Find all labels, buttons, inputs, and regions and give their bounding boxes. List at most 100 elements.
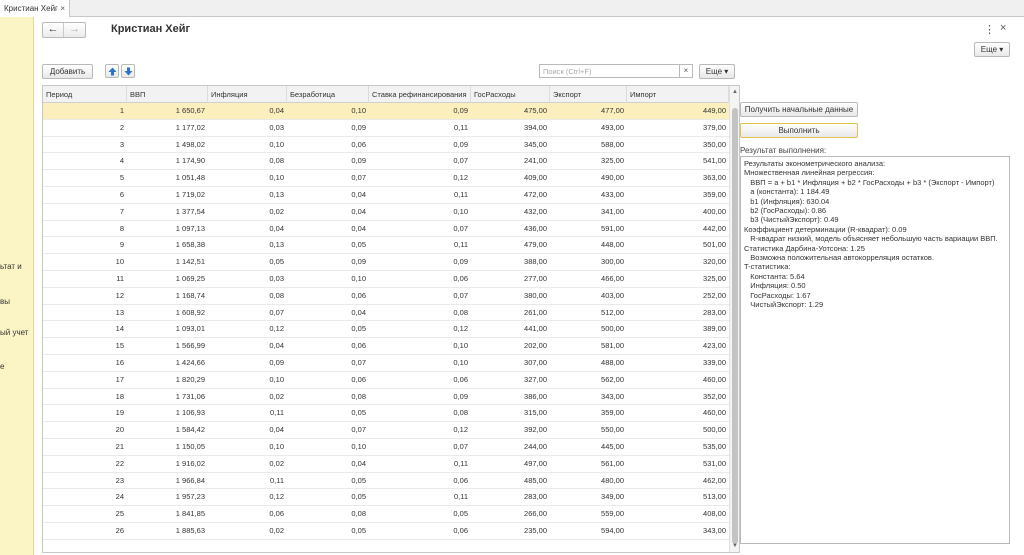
table-cell-inflation: 0,02 [269,391,284,401]
add-button[interactable]: Добавить [42,64,93,79]
column-header-period[interactable]: Период [43,86,127,103]
table-cell-unemployment: 0,04 [351,223,366,233]
table-row[interactable]: 1 1 650,67 0,04 0,10 0,09 475,00 477,00 449,00 [43,103,729,120]
table-row[interactable]: 17 1 820,29 0,10 0,06 0,06 327,00 562,00 460,00 [43,372,729,389]
table-row[interactable]: 19 1 106,93 0,11 0,05 0,08 315,00 359,00 460,00 [43,405,729,423]
table-cell-unemployment: 0,09 [351,257,366,267]
table-cell-export: 325,00 [601,156,624,166]
more-menu-button[interactable]: Еще ▾ [699,64,735,79]
sidebar-item[interactable]: е [0,362,4,371]
back-arrow-icon[interactable]: ← [43,23,64,37]
table-cell-gdp: 1 966,84 [175,475,205,485]
table-cell-import: 339,00 [703,357,726,367]
scroll-thumb[interactable] [732,108,738,544]
table-cell-unemployment: 0,08 [351,509,366,519]
sidebar-item[interactable]: ый учет [0,328,28,337]
search-input[interactable] [539,64,693,78]
table-cell-inflation: 0,11 [269,408,284,418]
table-cell-refinancing-rate: 0,10 [453,357,468,367]
table-row[interactable]: 26 1 885,63 0,02 0,05 0,06 235,00 594,00 343,00 [43,523,729,540]
table-row[interactable]: 20 1 584,42 0,04 0,07 0,12 392,00 550,00 500,00 [43,422,729,439]
table-row[interactable]: 2 1 177,02 0,03 0,09 0,11 394,00 493,00 379,00 [43,120,729,137]
table-cell-refinancing-rate: 0,08 [453,307,468,317]
sidebar-item[interactable]: вы [0,297,10,306]
table-row[interactable]: 7 1 377,54 0,02 0,04 0,10 432,00 341,00 400,00 [43,204,729,221]
move-down-button[interactable] [121,64,135,78]
table-row[interactable]: 6 1 719,02 0,13 0,04 0,11 472,00 433,00 359,00 [43,187,729,204]
table-scrollbar[interactable]: ▲ ▼ [729,86,739,552]
column-header-unemployment[interactable]: Безработица [287,86,369,103]
table-cell-gov-spending: 388,00 [524,257,547,267]
table-cell-refinancing-rate: 0,06 [453,273,468,283]
column-header-import[interactable]: Импорт [627,86,729,103]
table-cell-gdp: 1 097,13 [175,223,205,233]
table-cell-export: 488,00 [601,357,624,367]
table-cell-period: 26 [115,525,124,535]
get-initial-data-button[interactable]: Получить начальные данные [740,102,858,117]
table-cell-import: 343,00 [703,525,726,535]
table-cell-unemployment: 0,05 [351,324,366,334]
table-cell-gdp: 1 608,92 [175,307,205,317]
table-row[interactable]: 4 1 174,90 0,08 0,09 0,07 241,00 325,00 541,00 [43,153,729,171]
table-cell-gov-spending: 307,00 [524,357,547,367]
table-cell-import: 535,00 [703,441,726,451]
tab-strip: Кристиан Хейг × [0,0,1024,17]
table-cell-inflation: 0,13 [269,240,284,250]
table-cell-gov-spending: 386,00 [524,391,547,401]
table-row[interactable]: 15 1 566,99 0,04 0,06 0,10 202,00 581,00 423,00 [43,338,729,355]
column-header-refinancing-rate[interactable]: Ставка рефинансирования [369,86,471,103]
more-menu-button-top[interactable]: Еще ▾ [974,42,1010,57]
table-row[interactable]: 18 1 731,06 0,02 0,08 0,09 386,00 343,00 352,00 [43,389,729,406]
table-cell-import: 252,00 [703,290,726,300]
table-row[interactable]: 3 1 498,02 0,10 0,06 0,09 345,00 588,00 350,00 [43,137,729,154]
table-row[interactable]: 5 1 051,48 0,10 0,07 0,12 409,00 490,00 363,00 [43,170,729,187]
scroll-up-icon[interactable]: ▲ [731,88,739,96]
sidebar-item[interactable]: ьтат и [0,262,22,271]
sidebar: ьтат и вы ый учет е [0,17,34,555]
search-clear-icon[interactable]: × [679,64,693,78]
table-cell-gov-spending: 479,00 [524,240,547,250]
table-cell-period: 8 [119,223,124,233]
scroll-down-icon[interactable]: ▼ [731,542,739,550]
table-cell-gdp: 1 885,63 [175,525,205,535]
table-row[interactable]: 14 1 093,01 0,12 0,05 0,12 441,00 500,00 389,00 [43,321,729,339]
document-tab[interactable]: Кристиан Хейг × [0,0,70,17]
navigation-buttons: ← → [42,22,86,38]
table-row[interactable]: 25 1 841,85 0,06 0,08 0,05 266,00 559,00 408,00 [43,506,729,523]
tab-close-icon[interactable]: × [60,0,65,17]
table-row[interactable]: 13 1 608,92 0,07 0,04 0,08 261,00 512,00 283,00 [43,305,729,322]
column-header-gdp[interactable]: ВВП [127,86,208,103]
table-cell-unemployment: 0,07 [351,357,366,367]
table-cell-import: 352,00 [703,391,726,401]
table-cell-export: 500,00 [601,324,624,334]
table-row[interactable]: 11 1 069,25 0,03 0,10 0,06 277,00 466,00 325,00 [43,271,729,288]
result-label: Результат выполнения: [740,146,827,155]
table-row[interactable]: 10 1 142,51 0,05 0,09 0,09 388,00 300,00 320,00 [43,254,729,271]
table-cell-import: 389,00 [703,324,726,334]
table-cell-import: 320,00 [703,257,726,267]
forward-arrow-icon[interactable]: → [64,23,85,37]
table-row[interactable]: 23 1 966,84 0,11 0,05 0,06 485,00 480,00 462,00 [43,473,729,490]
column-header-inflation[interactable]: Инфляция [208,86,287,103]
column-header-export[interactable]: Экспорт [550,86,627,103]
close-icon[interactable]: × [1000,22,1006,34]
table-row[interactable]: 8 1 097,13 0,04 0,04 0,07 436,00 591,00 442,00 [43,221,729,238]
move-up-button[interactable] [105,64,119,78]
table-row[interactable]: 16 1 424,66 0,09 0,07 0,10 307,00 488,00 339,00 [43,355,729,372]
table-row[interactable]: 12 1 168,74 0,08 0,06 0,07 380,00 403,00 252,00 [43,288,729,305]
table-row[interactable]: 24 1 957,23 0,12 0,05 0,11 283,00 349,00 513,00 [43,489,729,507]
table-row[interactable]: 22 1 916,02 0,02 0,04 0,11 497,00 561,00 531,00 [43,456,729,473]
table-cell-export: 594,00 [601,525,624,535]
table-cell-refinancing-rate: 0,11 [453,492,468,502]
table-cell-inflation: 0,10 [269,173,284,183]
arrow-up-icon [108,67,117,76]
table-row[interactable]: 9 1 658,38 0,13 0,05 0,11 479,00 448,00 501,00 [43,237,729,255]
result-line: Инфляция: 0.50 [744,281,806,291]
result-output[interactable]: Результаты эконометрического анализа: Мно… [740,156,1010,544]
kebab-menu-icon[interactable]: ⋮ [984,23,995,36]
run-button[interactable]: Выполнить [740,123,858,138]
table-cell-gov-spending: 202,00 [524,341,547,351]
result-line: b2 (ГосРасходы): 0.86 [744,206,827,216]
column-header-gov-spending[interactable]: ГосРасходы [471,86,550,103]
table-row[interactable]: 21 1 150,05 0,10 0,10 0,07 244,00 445,00 535,00 [43,439,729,456]
